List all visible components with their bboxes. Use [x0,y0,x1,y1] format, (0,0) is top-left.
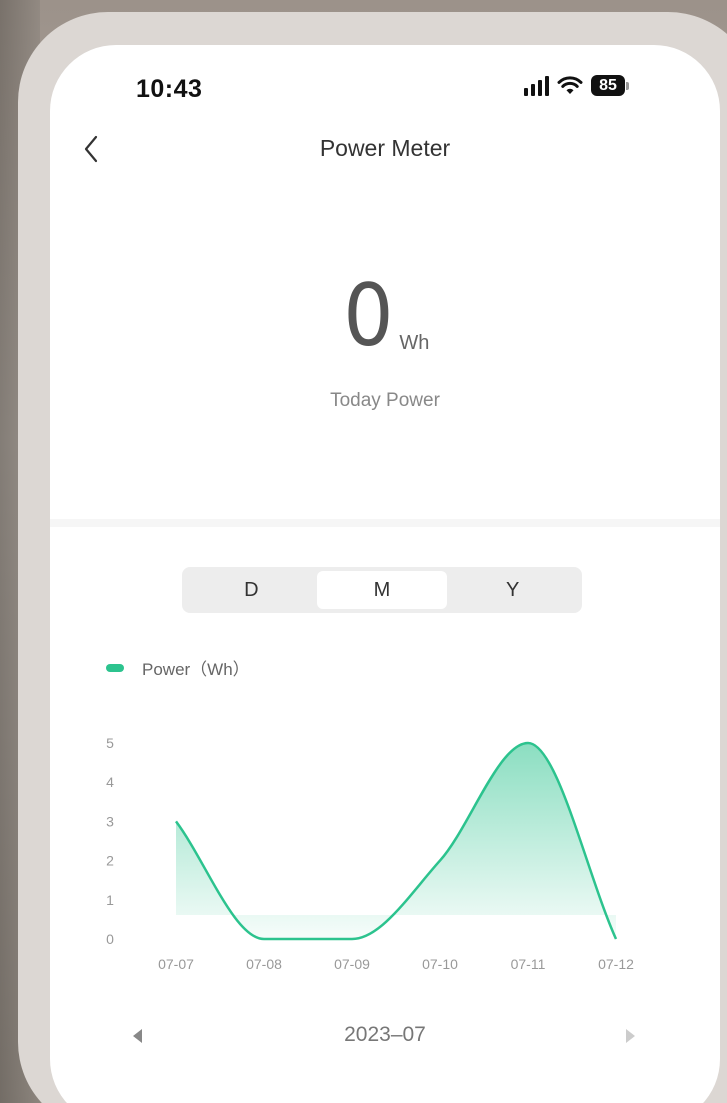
data-point [174,819,178,823]
x-tick-label: 07-07 [158,956,194,972]
section-divider [50,519,720,527]
status-icons: 85 [524,75,629,96]
tab-month[interactable]: M [316,571,448,609]
data-point [526,741,530,745]
series-area [176,743,616,939]
x-tick-label: 07-10 [422,956,458,972]
period-selector: D M Y [182,567,582,613]
power-value: 0 [342,266,394,366]
battery-level: 85 [591,75,625,96]
triangle-right-icon [626,1029,635,1043]
signal-icon [524,75,549,96]
today-power-label: Today Power [330,390,440,411]
today-power-value: 0 Wh [50,273,720,359]
month-label: 2023–07 [344,1023,426,1046]
next-month-button[interactable] [624,1027,638,1045]
power-chart: 0 1 2 3 4 5 07-07 07-08 07-09 07-10 07-11 07-12 [106,735,634,972]
data-point [350,937,354,941]
data-point [262,937,266,941]
battery-icon: 85 [591,75,629,96]
data-point [614,937,618,941]
tab-year[interactable]: Y [447,571,578,609]
x-tick-label: 07-11 [511,956,546,972]
y-tick-label: 0 [106,931,114,947]
x-tick-label: 07-09 [334,956,370,972]
phone-screen: 10:43 85 Power Meter 0 Wh Today Power D … [50,45,720,1103]
y-tick-label: 5 [106,735,114,751]
y-tick-label: 2 [106,853,114,869]
x-tick-label: 07-12 [598,956,634,972]
status-time: 10:43 [136,75,203,103]
power-unit: Wh [399,332,430,354]
legend-swatch [106,663,124,672]
y-tick-label: 4 [106,774,114,790]
y-tick-label: 1 [106,892,114,908]
legend-label: Power（Wh） [142,660,250,679]
y-tick-label: 3 [106,813,114,829]
data-point [438,859,442,863]
tab-day[interactable]: D [186,571,317,609]
wifi-icon [557,75,583,94]
page-title: Power Meter [319,135,451,161]
chart-legend: Power（Wh） [106,655,250,680]
x-tick-label: 07-08 [246,956,282,972]
